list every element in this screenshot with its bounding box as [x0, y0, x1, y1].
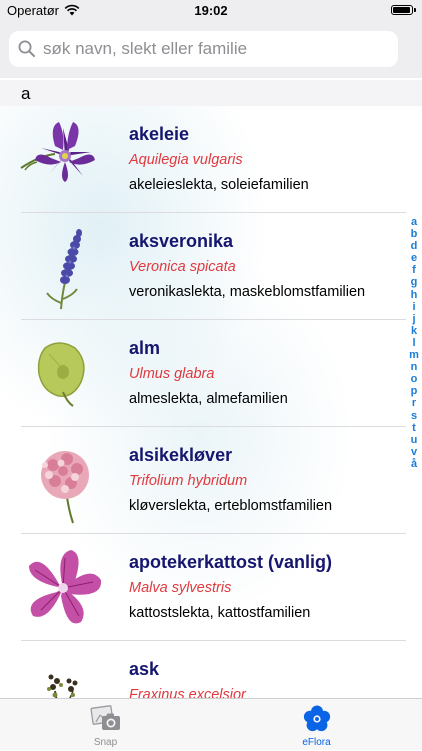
- index-letter[interactable]: o: [406, 373, 422, 385]
- list-item[interactable]: ask Fraxinus excelsior: [0, 641, 422, 698]
- columbine-flower-icon: [20, 122, 95, 182]
- status-time: 19:02: [194, 3, 228, 18]
- species-family: almeslekta, almefamilien: [129, 391, 288, 407]
- section-header: a: [0, 80, 422, 106]
- species-latin-name: Fraxinus excelsior: [129, 687, 246, 698]
- index-letter[interactable]: k: [406, 325, 422, 337]
- index-letter[interactable]: b: [406, 228, 422, 240]
- index-letter[interactable]: d: [406, 240, 422, 252]
- spiked-speedwell-icon: [46, 229, 82, 310]
- search-icon: [18, 40, 35, 57]
- index-letter[interactable]: u: [406, 434, 422, 446]
- index-letter[interactable]: t: [406, 422, 422, 434]
- species-family: kløverslekta, erteblomstfamilien: [129, 498, 333, 514]
- index-letter[interactable]: j: [406, 313, 422, 325]
- ash-flower-icon: [47, 674, 78, 698]
- index-letter[interactable]: n: [406, 361, 422, 373]
- elm-seed-icon: [37, 342, 85, 407]
- mallow-flower-icon: [29, 550, 102, 624]
- species-latin-name: Aquilegia vulgaris: [129, 152, 243, 168]
- index-letter[interactable]: å: [406, 458, 422, 470]
- species-name: alm: [129, 338, 161, 358]
- index-letter[interactable]: f: [406, 264, 422, 276]
- species-name: akeleie: [129, 124, 190, 144]
- section-header-letter: a: [21, 84, 31, 103]
- index-letter[interactable]: p: [406, 385, 422, 397]
- tab-eflora[interactable]: eFlora: [211, 699, 422, 751]
- species-family: akeleieslekta, soleiefamilien: [129, 177, 309, 193]
- index-letter[interactable]: v: [406, 446, 422, 458]
- index-letter[interactable]: l: [406, 337, 422, 349]
- list-item[interactable]: apotekerkattost (vanlig) Malva sylvestri…: [0, 534, 422, 641]
- clover-flower-icon: [41, 451, 89, 524]
- index-letter[interactable]: m: [406, 349, 422, 361]
- species-latin-name: Veronica spicata: [129, 259, 236, 275]
- species-name: ask: [129, 659, 160, 679]
- species-name: apotekerkattost (vanlig): [129, 552, 333, 572]
- index-letter[interactable]: h: [406, 289, 422, 301]
- status-bar: Operatør 19:02: [0, 0, 422, 22]
- index-letter[interactable]: s: [406, 410, 422, 422]
- species-name: alsikekløver: [129, 445, 233, 465]
- species-latin-name: Trifolium hybridum: [129, 473, 248, 489]
- list-item[interactable]: alm Ulmus glabra almeslekta, almefamilie…: [0, 320, 422, 427]
- battery-tip: [414, 8, 416, 12]
- camera-photo-icon: [90, 705, 120, 730]
- species-family: veronikaslekta, maskeblomstfamilien: [129, 284, 366, 300]
- species-name: aksveronika: [129, 231, 234, 251]
- search-box[interactable]: [9, 31, 398, 67]
- species-latin-name: Ulmus glabra: [129, 366, 215, 382]
- species-list: akeleie Aquilegia vulgaris akeleieslekta…: [0, 106, 422, 698]
- index-letter[interactable]: a: [406, 216, 422, 228]
- list-item[interactable]: aksveronika Veronica spicata veronikasle…: [0, 213, 422, 320]
- list-item[interactable]: akeleie Aquilegia vulgaris akeleieslekta…: [0, 106, 422, 213]
- search-input[interactable]: [43, 31, 383, 67]
- tab-snap-label: Snap: [93, 737, 118, 748]
- species-latin-name: Malva sylvestris: [129, 580, 232, 596]
- index-letter[interactable]: g: [406, 276, 422, 288]
- tab-snap[interactable]: Snap: [0, 699, 211, 751]
- tab-bar: Snap eFlora: [0, 698, 422, 750]
- flower-icon: [303, 705, 331, 732]
- list-item[interactable]: alsikekløver Trifolium hybridum kløversl…: [0, 427, 422, 534]
- search-bar: [0, 22, 422, 78]
- index-letter[interactable]: e: [406, 252, 422, 264]
- index-letter[interactable]: r: [406, 397, 422, 409]
- index-letter[interactable]: i: [406, 301, 422, 313]
- battery-icon: [391, 5, 413, 15]
- tab-eflora-label: eFlora: [302, 737, 331, 748]
- species-family: kattostslekta, kattostfamilien: [129, 605, 311, 621]
- alphabet-index[interactable]: a b d e f g h i j k l m n o p r s t u v …: [406, 216, 422, 470]
